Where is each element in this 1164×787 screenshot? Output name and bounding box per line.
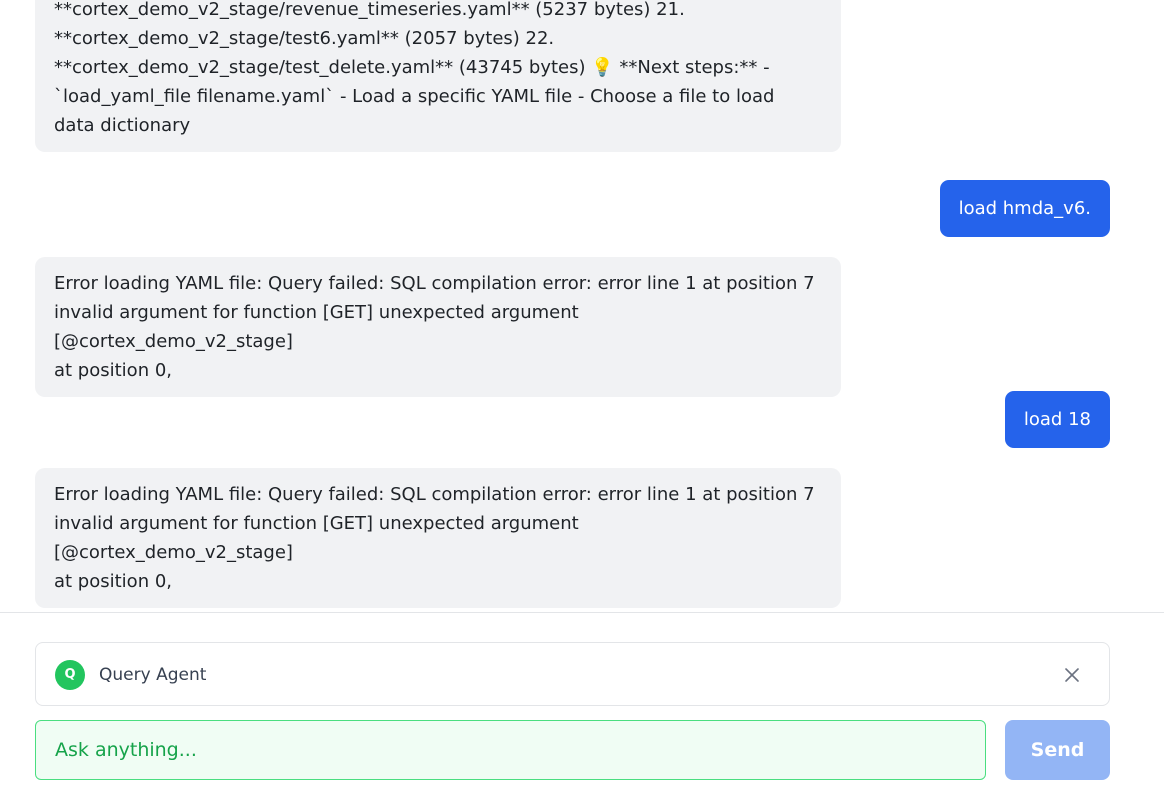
user-message: load hmda_v6.	[939, 180, 1110, 237]
close-icon-graphic	[1065, 668, 1079, 682]
agent-name: Query Agent	[99, 665, 207, 685]
send-button[interactable]: Send	[1005, 720, 1110, 780]
selected-agent-bar: Q Query Agent	[35, 642, 1110, 706]
user-message: load 18	[1004, 391, 1110, 448]
chat-message-list: **cortex_demo_v2_stage/revenue_timeserie…	[0, 0, 1164, 612]
assistant-message: Error loading YAML file: Query failed: S…	[35, 468, 841, 608]
assistant-message: Error loading YAML file: Query failed: S…	[35, 257, 841, 397]
close-icon[interactable]	[1061, 664, 1083, 686]
agent-avatar: Q	[55, 660, 85, 690]
chat-input[interactable]	[35, 720, 986, 780]
assistant-message: **cortex_demo_v2_stage/revenue_timeserie…	[35, 0, 841, 152]
composer-divider	[0, 612, 1164, 613]
